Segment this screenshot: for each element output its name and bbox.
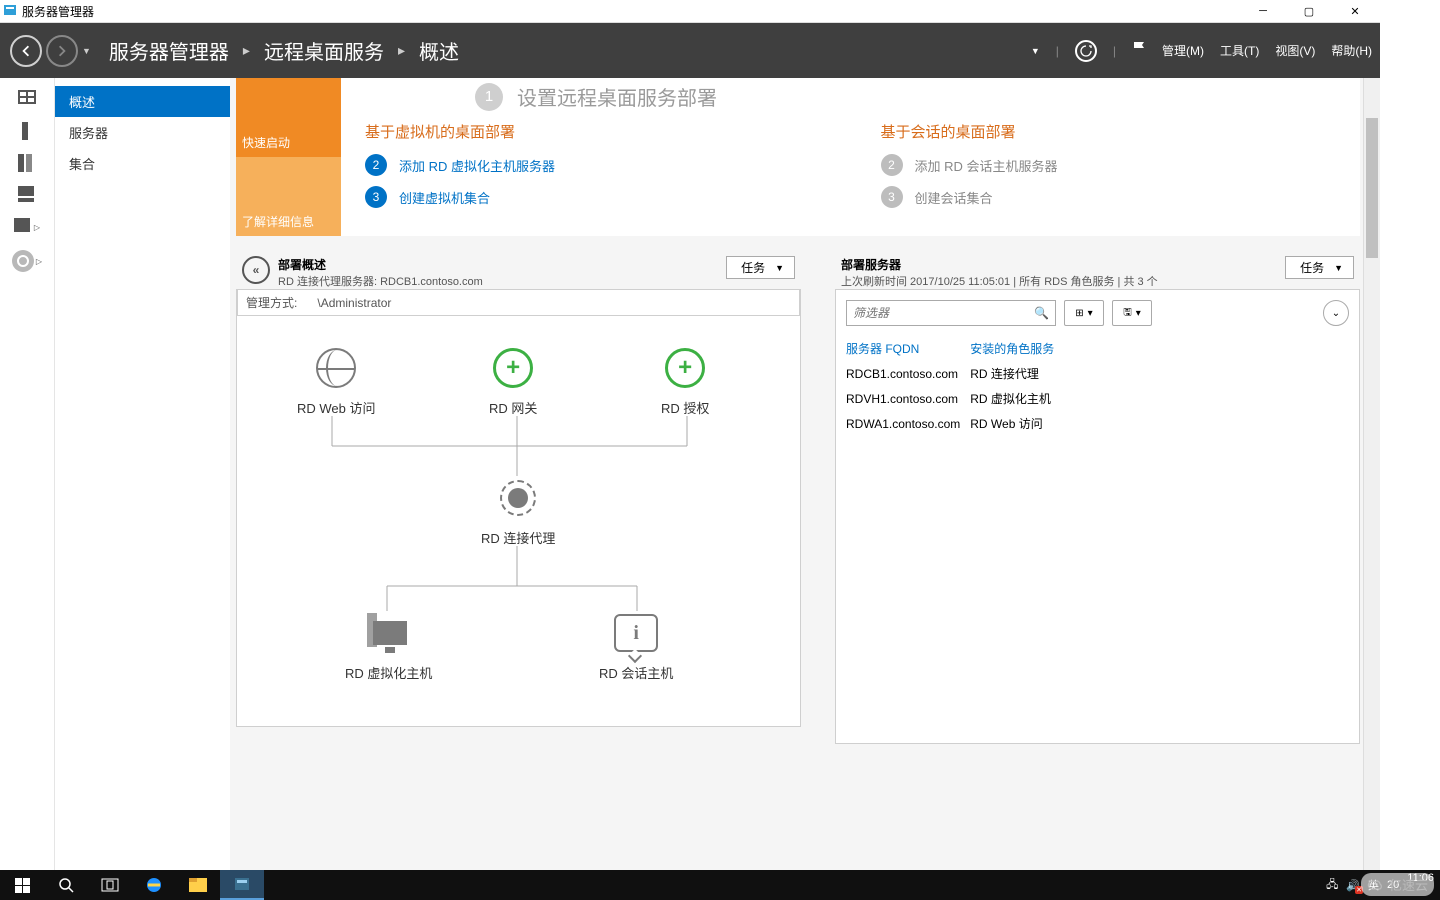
search-icon[interactable]: 🔍 bbox=[1034, 306, 1049, 320]
sidebar: 概述 服务器 集合 bbox=[55, 78, 230, 870]
node-rd-licensing[interactable]: +RD 授权 bbox=[661, 346, 709, 417]
setup-panel: 快速启动 了解详细信息 1 设置远程桌面服务部署 基于虚拟机的桌面部署 2添加 … bbox=[236, 78, 1360, 236]
menu-view[interactable]: 视图(V) bbox=[1275, 42, 1315, 59]
breadcrumb-root[interactable]: 服务器管理器 bbox=[109, 36, 229, 65]
expand-icon[interactable]: ▷ bbox=[34, 223, 40, 232]
tile-learn-more[interactable]: 了解详细信息 bbox=[236, 157, 341, 236]
vm-deploy-column: 基于虚拟机的桌面部署 2添加 RD 虚拟化主机服务器 3创建虚拟机集合 bbox=[365, 121, 821, 218]
servers-title: 部署服务器 bbox=[841, 256, 1285, 273]
title-bar: 服务器管理器 ─ ▢ ✕ bbox=[0, 0, 1380, 23]
local-server-icon[interactable] bbox=[18, 122, 36, 140]
sidebar-item-overview[interactable]: 概述 bbox=[55, 86, 230, 117]
category-dropdown[interactable]: ⊞▾ bbox=[1064, 300, 1104, 326]
flag-icon[interactable] bbox=[1132, 41, 1146, 60]
collapse-icon[interactable]: « bbox=[242, 256, 270, 284]
overview-subtitle: RD 连接代理服务器: RDCB1.contoso.com bbox=[278, 273, 726, 289]
node-rd-gateway[interactable]: +RD 网关 bbox=[489, 346, 537, 417]
chevron-right-icon: ▸ bbox=[243, 42, 250, 59]
main-content: 快速启动 了解详细信息 1 设置远程桌面服务部署 基于虚拟机的桌面部署 2添加 … bbox=[230, 78, 1380, 870]
breadcrumb-rds[interactable]: 远程桌面服务 bbox=[264, 36, 384, 65]
file-services-icon[interactable] bbox=[18, 186, 36, 204]
step-create-session-collection: 3创建会话集合 bbox=[881, 186, 1337, 208]
table-row[interactable]: RDWA1.contoso.comRD Web 访问 bbox=[846, 411, 1064, 436]
header-bar: ▼ 服务器管理器 ▸ 远程桌面服务 ▸ 概述 ▼ | | 管理(M) 工具(T)… bbox=[0, 23, 1380, 78]
refresh-button[interactable] bbox=[1075, 40, 1097, 62]
session-deploy-column: 基于会话的桌面部署 2添加 RD 会话主机服务器 3创建会话集合 bbox=[881, 121, 1337, 218]
menu-manage[interactable]: 管理(M) bbox=[1162, 42, 1204, 59]
servers-table: 服务器 FQDN安装的角色服务 RDCB1.contoso.comRD 连接代理… bbox=[836, 336, 1359, 436]
deployment-diagram: RD Web 访问 +RD 网关 +RD 授权 RD 连接代理 RD 虚拟化主机… bbox=[237, 316, 800, 726]
deployment-servers-panel: 部署服务器 上次刷新时间 2017/10/25 11:05:01 | 所有 RD… bbox=[835, 254, 1360, 744]
node-rd-broker[interactable]: RD 连接代理 bbox=[481, 476, 555, 547]
node-rd-vhost[interactable]: RD 虚拟化主机 bbox=[345, 611, 432, 682]
expand-button[interactable]: ⌄ bbox=[1323, 300, 1349, 326]
menu-help[interactable]: 帮助(H) bbox=[1331, 42, 1372, 59]
taskbar: 🖧 🔊✕ 英 20 11:06 bbox=[0, 870, 1440, 900]
server-manager-taskbar-icon[interactable] bbox=[220, 870, 264, 900]
taskview-button[interactable] bbox=[88, 870, 132, 900]
tile-quickstart[interactable]: 快速启动 bbox=[236, 78, 341, 157]
scrollbar[interactable] bbox=[1363, 78, 1380, 870]
step-add-rdvh[interactable]: 2添加 RD 虚拟化主机服务器 bbox=[365, 154, 821, 176]
save-query-dropdown[interactable]: 🖫▾ bbox=[1112, 300, 1152, 326]
nav-dropdown-icon[interactable]: ▼ bbox=[82, 46, 91, 56]
node-rd-web[interactable]: RD Web 访问 bbox=[297, 346, 376, 417]
step-add-rdsh: 2添加 RD 会话主机服务器 bbox=[881, 154, 1337, 176]
search-button[interactable] bbox=[44, 870, 88, 900]
watermark: 亿速云 bbox=[1361, 873, 1434, 896]
explorer-icon[interactable] bbox=[176, 870, 220, 900]
menu-tools[interactable]: 工具(T) bbox=[1220, 42, 1259, 59]
table-row[interactable]: RDCB1.contoso.comRD 连接代理 bbox=[846, 361, 1064, 386]
node-rd-shost[interactable]: iRD 会话主机 bbox=[599, 611, 673, 682]
servers-subtitle: 上次刷新时间 2017/10/25 11:05:01 | 所有 RDS 角色服务… bbox=[841, 273, 1285, 289]
sidebar-item-collections[interactable]: 集合 bbox=[55, 148, 230, 179]
ie-icon[interactable] bbox=[132, 870, 176, 900]
tasks-dropdown[interactable]: 任务▼ bbox=[1285, 256, 1354, 279]
vm-deploy-title: 基于虚拟机的桌面部署 bbox=[365, 121, 821, 142]
filter-field[interactable] bbox=[853, 306, 1034, 320]
filter-input[interactable]: 🔍 bbox=[846, 300, 1056, 326]
breadcrumb: 服务器管理器 ▸ 远程桌面服务 ▸ 概述 bbox=[109, 36, 1031, 65]
header-dropdown-icon[interactable]: ▼ bbox=[1031, 46, 1040, 56]
start-button[interactable] bbox=[0, 870, 44, 900]
breadcrumb-overview[interactable]: 概述 bbox=[419, 36, 459, 65]
col-role[interactable]: 安装的角色服务 bbox=[970, 336, 1064, 361]
sidebar-item-servers[interactable]: 服务器 bbox=[55, 117, 230, 148]
deployment-overview-panel: « 部署概述 RD 连接代理服务器: RDCB1.contoso.com 任务▼… bbox=[236, 254, 801, 744]
col-fqdn[interactable]: 服务器 FQDN bbox=[846, 336, 970, 361]
iis-icon[interactable] bbox=[14, 218, 32, 236]
volume-icon[interactable]: 🔊✕ bbox=[1346, 879, 1360, 892]
setup-heading: 1 设置远程桌面服务部署 bbox=[475, 82, 1336, 111]
scrollbar-thumb[interactable] bbox=[1366, 118, 1378, 258]
nav-back-button[interactable] bbox=[10, 35, 42, 67]
window-title: 服务器管理器 bbox=[22, 3, 1240, 20]
maximize-button[interactable]: ▢ bbox=[1286, 0, 1332, 23]
all-servers-icon[interactable] bbox=[18, 154, 36, 172]
overview-title: 部署概述 bbox=[278, 256, 726, 273]
rds-icon[interactable] bbox=[12, 250, 34, 272]
table-row[interactable]: RDVH1.contoso.comRD 虚拟化主机 bbox=[846, 386, 1064, 411]
dashboard-icon[interactable] bbox=[18, 90, 36, 108]
app-icon bbox=[2, 3, 18, 19]
chevron-right-icon: ▸ bbox=[398, 42, 405, 59]
step-create-vm-collection[interactable]: 3创建虚拟机集合 bbox=[365, 186, 821, 208]
admin-row: 管理方式: \Administrator bbox=[237, 290, 800, 316]
network-icon[interactable]: 🖧 bbox=[1326, 876, 1338, 895]
nav-forward-button[interactable] bbox=[46, 35, 78, 67]
tasks-dropdown[interactable]: 任务▼ bbox=[726, 256, 795, 279]
minimize-button[interactable]: ─ bbox=[1240, 0, 1286, 23]
close-button[interactable]: ✕ bbox=[1332, 0, 1378, 23]
icon-strip: ▷ ▷ bbox=[0, 78, 55, 870]
session-deploy-title: 基于会话的桌面部署 bbox=[881, 121, 1337, 142]
expand-icon[interactable]: ▷ bbox=[36, 257, 42, 266]
